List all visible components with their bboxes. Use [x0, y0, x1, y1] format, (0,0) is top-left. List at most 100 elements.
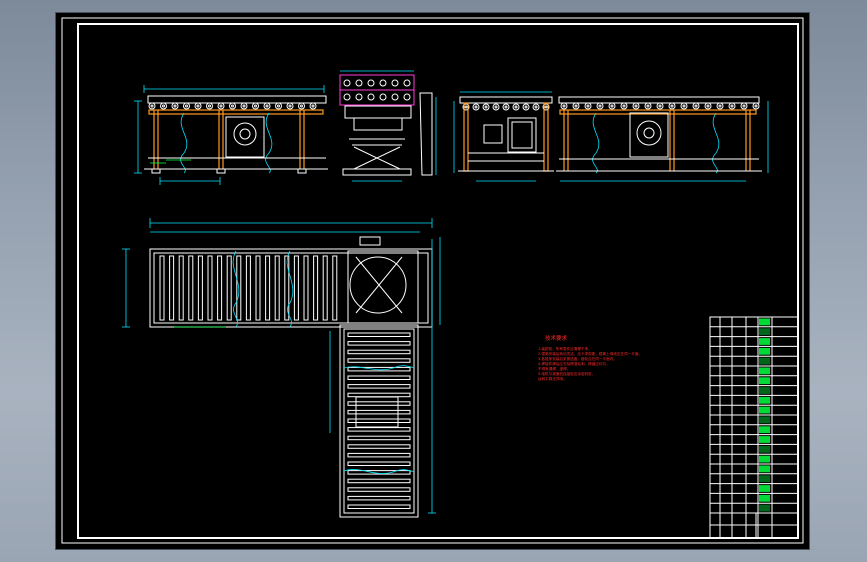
roller-hub: [300, 104, 303, 108]
tech-req-line: 2.辊筒安装后转动灵活，无卡滞现象，辊筒上母线应在同一平面。: [538, 351, 642, 356]
plan-roller: [347, 418, 411, 423]
roller: [367, 79, 375, 87]
roller: [206, 102, 213, 110]
roller-hub: [514, 105, 518, 109]
plan-roller: [347, 375, 411, 380]
roller-hub: [150, 104, 154, 108]
parts-row-mark: [759, 455, 770, 463]
conveyor-assembly-drawing: 技术要求 1.装配前，所有零件应清理干净。 2.辊筒安装后转动灵活，无卡滞现象，…: [61, 17, 804, 544]
plan-view: [122, 218, 441, 518]
parts-row-mark: [759, 445, 770, 453]
roller: [584, 102, 592, 110]
roller-hub: [682, 104, 686, 108]
tech-req-line: 3.各链条安装后张紧适度，链轮应在同一平面内。: [538, 356, 617, 361]
roller: [343, 79, 351, 87]
parts-row-mark: [759, 367, 770, 375]
roller-hub: [474, 105, 478, 109]
roller: [692, 102, 700, 110]
plan-roller: [313, 255, 319, 321]
roller-hub: [173, 104, 177, 108]
roller-hub: [544, 105, 548, 109]
tech-req-line: 不得有漏焊、虚焊。: [538, 366, 570, 371]
plan-roller: [293, 255, 299, 321]
parts-row-mark: [759, 377, 770, 385]
roller: [391, 93, 399, 101]
roller: [403, 93, 411, 101]
roller-hub: [208, 104, 211, 108]
roller-hub: [598, 104, 602, 108]
parts-row-mark: [759, 426, 770, 434]
plan-roller: [226, 255, 232, 321]
plan-roller: [178, 255, 184, 321]
plan-roller: [347, 366, 411, 372]
roller-hub: [534, 105, 538, 109]
roller-hub: [484, 105, 488, 109]
roller-hub: [634, 104, 638, 108]
parts-row-mark: [759, 504, 770, 512]
roller-hub: [524, 105, 528, 109]
roller: [502, 103, 510, 111]
tech-req-line: 4.焊接件焊后应去除焊渣毛刺，焊缝应均匀，: [538, 361, 610, 366]
cad-viewport[interactable]: 技术要求 1.装配前，所有零件应清理干净。 2.辊筒安装后转动灵活，无卡滞现象，…: [55, 12, 810, 550]
plan-roller: [255, 255, 261, 321]
front-view-conveyor-right: [556, 96, 769, 182]
roller-hub: [706, 104, 710, 108]
roller-hub: [646, 104, 650, 108]
plan-roller: [245, 255, 251, 321]
parts-row-mark: [759, 396, 770, 404]
tech-req-line: 1.装配前，所有零件应清理干净。: [538, 346, 592, 351]
roller: [171, 102, 179, 110]
roller: [379, 93, 387, 101]
plan-roller: [347, 401, 411, 406]
plan-roller: [217, 255, 223, 321]
roller: [355, 93, 363, 101]
plan-roller: [347, 358, 411, 363]
roller: [492, 103, 500, 111]
roller-hub: [586, 104, 590, 108]
plan-roller: [265, 255, 271, 321]
roller: [668, 102, 676, 110]
roller: [229, 102, 236, 110]
roller: [403, 79, 411, 87]
sheet-inner-border: [77, 23, 799, 539]
roller-hub: [562, 104, 566, 108]
roller-hub: [730, 104, 734, 108]
plan-roller: [347, 409, 411, 415]
roller: [379, 79, 387, 87]
roller: [728, 102, 736, 110]
roller: [298, 102, 305, 110]
roller-hub: [754, 104, 758, 108]
tech-req-title: 技术要求: [545, 334, 568, 342]
plan-roller: [347, 435, 411, 441]
plan-roller: [347, 444, 411, 449]
plan-roller: [188, 255, 194, 321]
roller: [716, 102, 724, 110]
roller-hub: [610, 104, 614, 108]
parts-row-mark: [759, 485, 770, 492]
roller-hub: [196, 104, 200, 108]
plan-roller: [322, 255, 328, 321]
roller: [343, 93, 351, 101]
roller: [275, 102, 282, 110]
roller-hub: [162, 104, 165, 108]
plan-roller: [347, 478, 411, 484]
plan-roller: [347, 384, 411, 389]
roller: [391, 79, 399, 87]
roller: [596, 102, 604, 110]
plan-roller: [347, 392, 411, 398]
plan-roller: [347, 427, 411, 432]
plan-roller: [303, 255, 309, 321]
roller: [194, 102, 202, 110]
roller-hub: [219, 104, 223, 108]
roller-hub: [494, 105, 498, 109]
roller-hub: [242, 104, 246, 108]
parts-list-table: [709, 316, 799, 539]
roller: [656, 102, 664, 110]
roller: [560, 102, 568, 110]
roller: [217, 102, 225, 110]
roller: [472, 103, 480, 111]
roller-hub: [265, 104, 269, 108]
plan-roller: [197, 255, 203, 321]
roller-hub: [254, 104, 257, 108]
roller-hub: [231, 104, 234, 108]
